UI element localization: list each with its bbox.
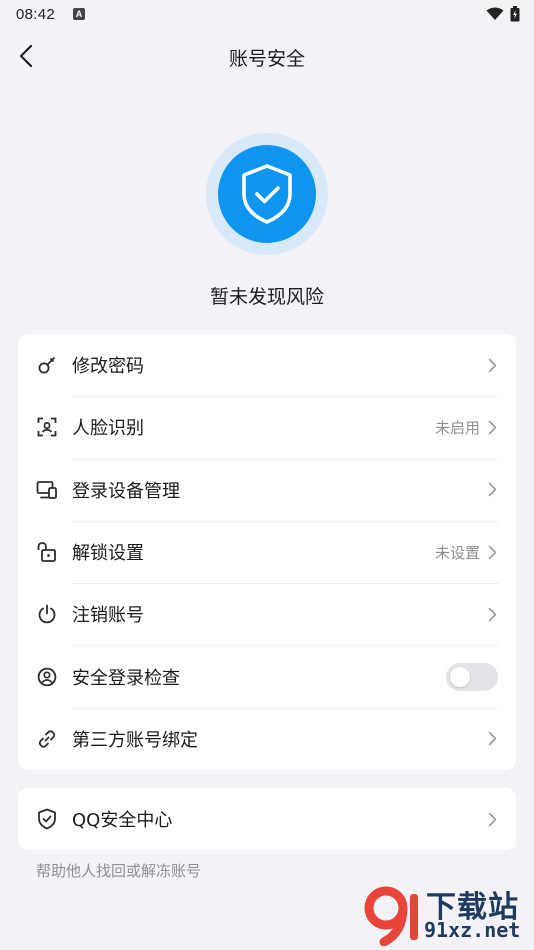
notification-icon: A: [73, 8, 86, 20]
key-icon: [36, 354, 58, 376]
chevron-right-icon: [486, 731, 498, 747]
status-time: 08:42: [16, 5, 56, 23]
chevron-right-icon: [486, 811, 498, 827]
status-icons: [486, 6, 520, 22]
security-status: 暂未发现风险: [0, 133, 534, 309]
item-label: 人脸识别: [72, 418, 144, 440]
item-label: 注销账号: [72, 605, 144, 627]
watermark-logo: 下载站 91xz.net: [360, 882, 530, 946]
watermark-mark-icon: [364, 886, 418, 946]
header: 账号安全: [0, 34, 534, 78]
toggle-knob: [450, 666, 470, 687]
item-label: QQ安全中心: [72, 810, 173, 832]
third-party-binding-item[interactable]: 第三方账号绑定: [18, 707, 516, 770]
chevron-right-icon: [486, 606, 498, 622]
face-scan-icon: [36, 416, 58, 438]
safe-login-check-item: 安全登录检查: [18, 645, 516, 707]
change-password-item[interactable]: 修改密码: [18, 334, 516, 396]
item-status: 未设置: [434, 543, 480, 562]
page-title: 账号安全: [228, 48, 305, 70]
cancel-account-item[interactable]: 注销账号: [18, 583, 516, 645]
security-settings-list: 修改密码 人脸识别 未启用 登录设备管理 解锁设置 未设置 注销账号 安全登录检…: [18, 334, 516, 771]
devices-icon: [36, 479, 58, 501]
unlock-settings-item[interactable]: 解锁设置 未设置: [18, 520, 516, 583]
link-icon: [36, 728, 58, 750]
chevron-right-icon: [486, 419, 498, 435]
help-others-recover-link[interactable]: 帮助他人找回或解冻账号: [36, 860, 201, 881]
chevron-right-icon: [486, 482, 498, 498]
status-bar: 08:42 A: [0, 0, 534, 28]
unlock-icon: [36, 541, 58, 563]
item-label: 登录设备管理: [72, 480, 180, 502]
shield-badge: [206, 133, 328, 255]
login-devices-item[interactable]: 登录设备管理: [18, 458, 516, 521]
watermark-domain: 91xz.net: [424, 918, 521, 942]
item-label: 解锁设置: [72, 543, 144, 565]
item-status: 未启用: [434, 418, 480, 437]
qq-security-center-card: QQ安全中心: [18, 788, 516, 851]
user-circle-icon: [36, 666, 58, 688]
safe-login-toggle[interactable]: [446, 662, 498, 691]
qq-security-center-item[interactable]: QQ安全中心: [18, 788, 516, 850]
item-label: 安全登录检查: [72, 667, 180, 689]
chevron-right-icon: [486, 357, 498, 373]
wifi-icon: [486, 7, 504, 20]
power-icon: [36, 603, 58, 625]
chevron-right-icon: [486, 544, 498, 560]
item-label: 修改密码: [72, 356, 144, 378]
risk-status-text: 暂未发现风险: [209, 286, 324, 308]
shield-check-icon: [36, 808, 58, 830]
item-label: 第三方账号绑定: [72, 729, 198, 751]
battery-icon: [510, 6, 520, 22]
shield-check-icon: [242, 164, 292, 224]
face-recognition-item[interactable]: 人脸识别 未启用: [18, 396, 516, 458]
